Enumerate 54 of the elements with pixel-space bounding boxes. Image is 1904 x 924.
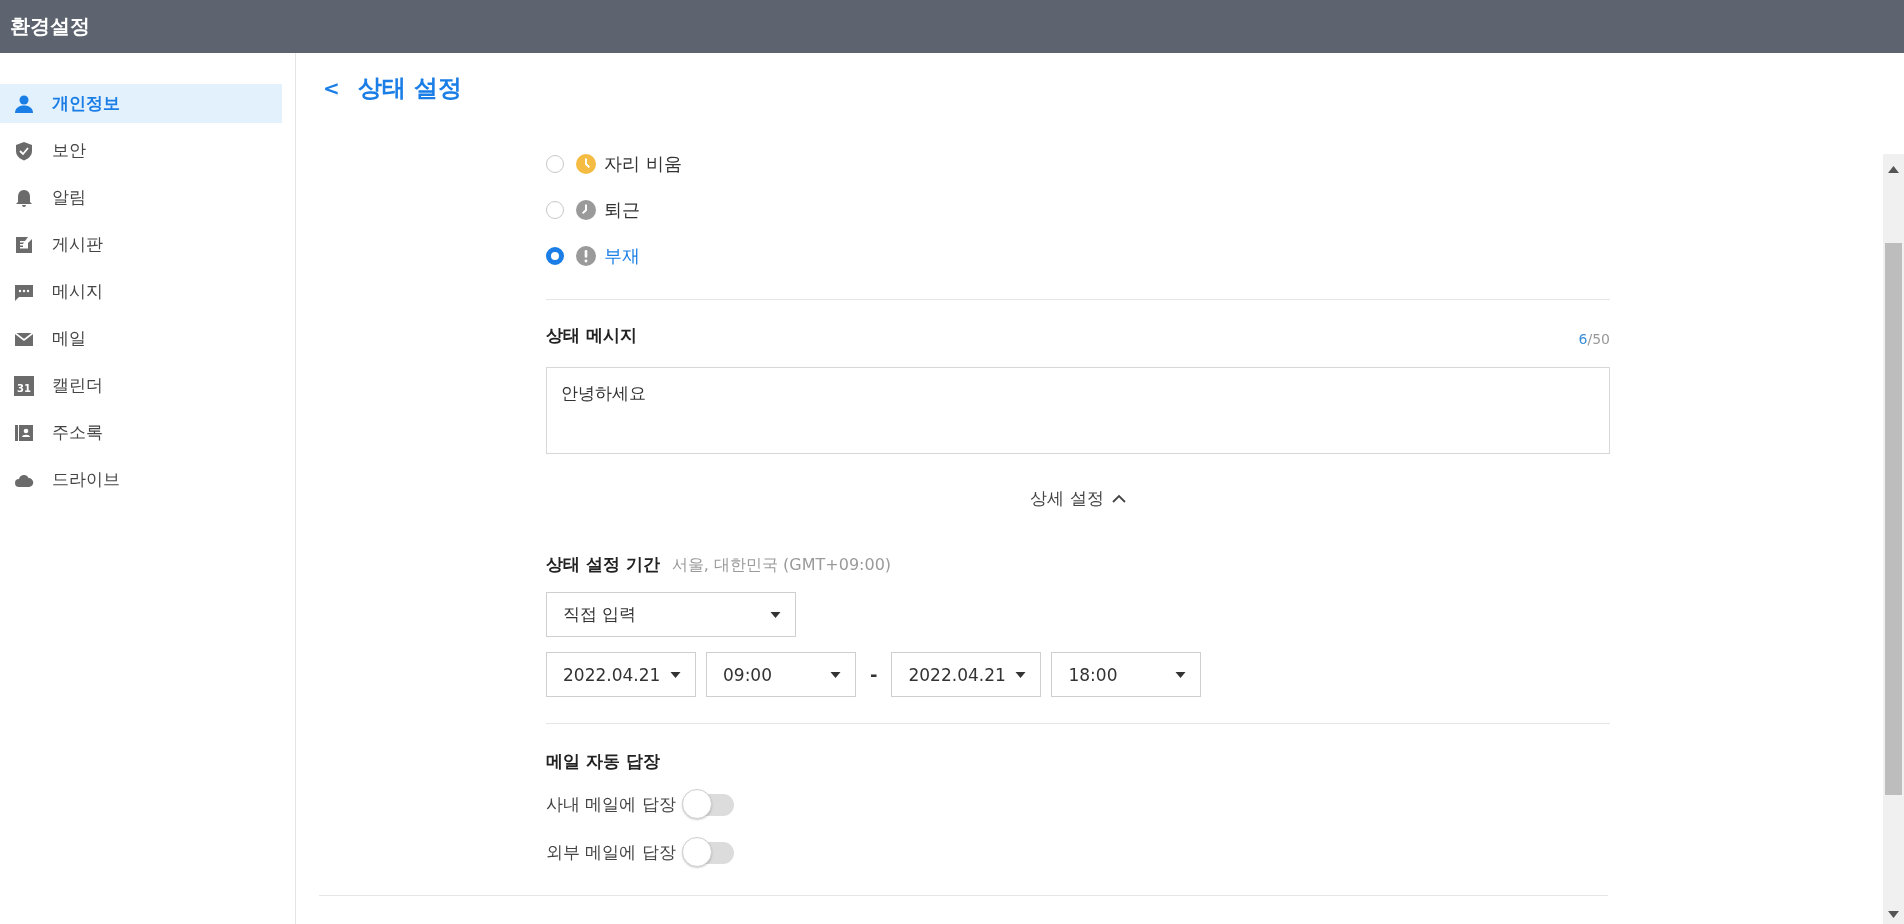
toggle-switch[interactable]: [681, 789, 734, 819]
sidebar-item[interactable]: 31 캘린더: [0, 366, 282, 405]
sidebar-item[interactable]: 개인정보: [0, 84, 282, 123]
sidebar-item[interactable]: 메시지: [0, 272, 282, 311]
caret-icon: [830, 671, 841, 678]
note-icon: [14, 234, 34, 255]
section-title: 상태 설정 기간: [546, 553, 660, 576]
caret-icon: [1175, 671, 1187, 678]
range-dash: -: [869, 664, 879, 685]
calendar-icon: 31: [14, 375, 34, 396]
time-dropdown[interactable]: 09:00: [706, 652, 856, 697]
toggle-label: 외부 메일에 답장: [546, 840, 676, 864]
details-toggle[interactable]: 상세 설정: [1024, 486, 1132, 511]
caret-icon: [1015, 671, 1027, 678]
clock-icon: [576, 200, 596, 220]
status-label: 부재: [604, 244, 640, 268]
scroll-up-icon[interactable]: [1888, 166, 1899, 173]
toggle-switch[interactable]: [681, 837, 734, 867]
scroll-down-icon[interactable]: [1888, 911, 1899, 918]
scrollbar[interactable]: [1883, 154, 1904, 924]
header-title: 환경설정: [10, 13, 90, 40]
section-title: 상태 메시지: [546, 324, 637, 347]
section-title: 메일 자동 답장: [546, 751, 660, 771]
date-dropdown[interactable]: 2022.04.21: [891, 652, 1042, 697]
radio-button[interactable]: [546, 155, 564, 173]
sidebar-item[interactable]: 보안: [0, 131, 282, 170]
timezone-text: 서울, 대한민국 (GMT+09:00): [671, 555, 892, 576]
radio-button[interactable]: [546, 247, 564, 265]
page-title: 상태 설정: [357, 73, 463, 104]
sidebar-item[interactable]: 드라이브: [0, 460, 282, 499]
exclamation-icon: [576, 246, 596, 266]
sidebar-item[interactable]: 게시판: [0, 225, 282, 264]
sidebar-item[interactable]: 알림: [0, 178, 282, 217]
person-icon: [14, 93, 34, 114]
status-label: 자리 비움: [604, 152, 682, 176]
caret-icon: [670, 671, 681, 678]
back-button[interactable]: <: [319, 76, 344, 100]
bell-icon: [14, 187, 34, 208]
radio-button[interactable]: [546, 201, 564, 219]
scrollbar-thumb[interactable]: [1885, 243, 1902, 795]
clock-icon: [576, 154, 596, 174]
message-field[interactable]: 안녕하세요: [546, 367, 1610, 454]
shield-icon: [14, 140, 34, 161]
status-label: 퇴근: [604, 198, 640, 222]
time-dropdown[interactable]: 18:00: [1051, 652, 1202, 697]
chevron-icon: [1111, 494, 1126, 503]
sidebar-item[interactable]: 메일: [0, 319, 282, 358]
date-dropdown[interactable]: 2022.04.21: [546, 652, 696, 697]
toggle-label: 사내 메일에 답장: [546, 792, 676, 816]
character-counter: 6/50: [1578, 331, 1610, 347]
contact-book-icon: [14, 422, 34, 443]
caret-icon: [770, 611, 781, 618]
mode-dropdown[interactable]: 직접 입력: [546, 592, 796, 637]
sidebar-item[interactable]: 주소록: [0, 413, 282, 452]
